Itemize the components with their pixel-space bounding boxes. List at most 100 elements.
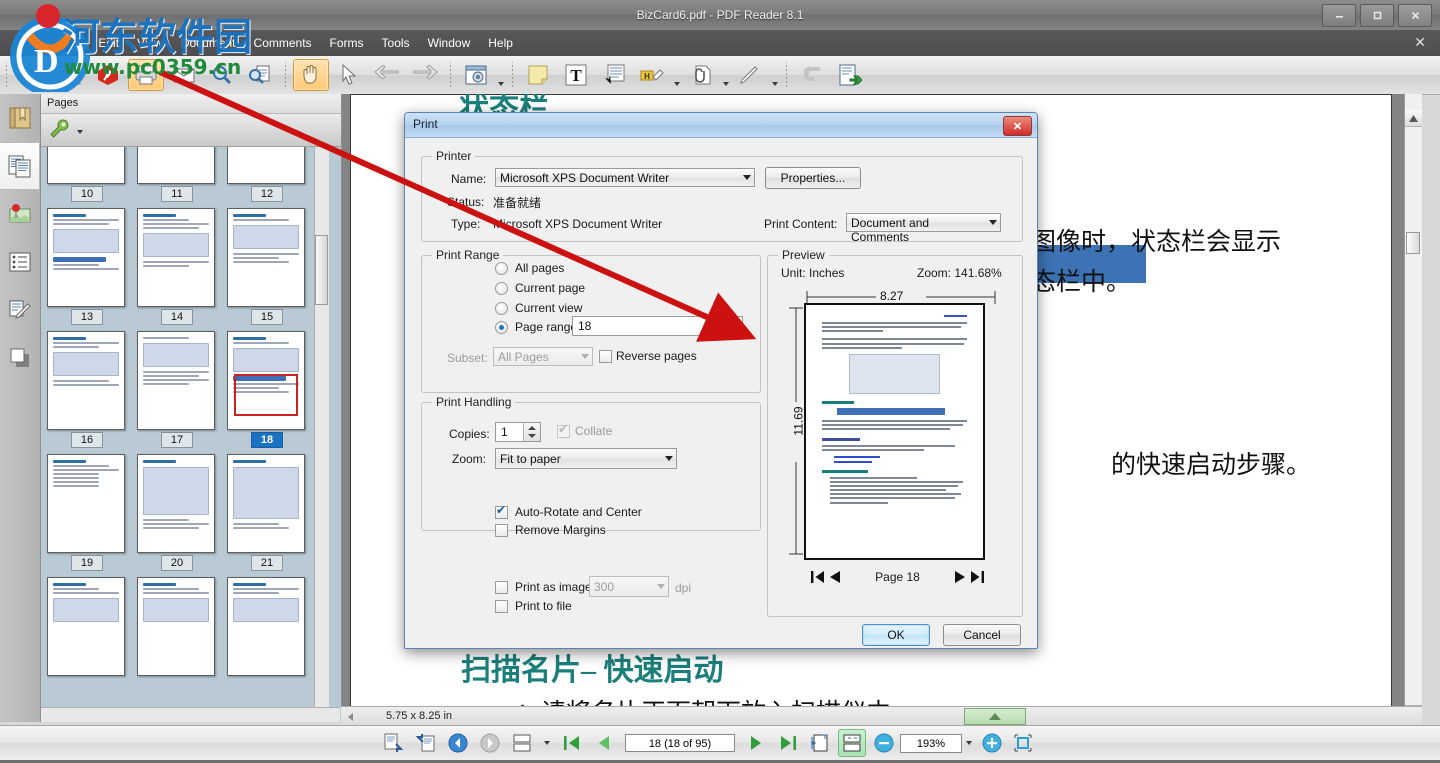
print-content-combo[interactable]: Document and Comments [846, 213, 1001, 244]
highlight-icon[interactable]: H [634, 59, 670, 91]
page-thumbnail-next-2[interactable] [137, 577, 217, 676]
zoom-level-input[interactable]: 193% [900, 733, 962, 753]
toolbar-grip-3[interactable] [447, 62, 454, 88]
search-icon[interactable] [204, 59, 240, 91]
sticky-note-icon[interactable] [520, 59, 556, 91]
print-as-image-checkbox[interactable] [495, 581, 508, 594]
auto-rotate-checkbox[interactable] [495, 504, 508, 519]
facing-pages-icon[interactable] [412, 729, 440, 757]
pages-panel-scrollbar-thumb[interactable] [315, 235, 328, 305]
preview-last-page-icon[interactable] [953, 569, 985, 585]
radio-current-view[interactable] [495, 302, 508, 315]
typewriter-icon[interactable]: T [558, 59, 594, 91]
printer-properties-button[interactable]: Properties... [765, 167, 861, 189]
copies-spinner-buttons[interactable] [523, 423, 540, 441]
printer-name-combo[interactable]: Microsoft XPS Document Writer [495, 168, 755, 187]
menu-file[interactable]: File [52, 33, 89, 53]
close-document-button[interactable]: ✕ [1414, 34, 1426, 51]
print-zoom-combo[interactable]: Fit to paper [495, 448, 677, 469]
print-to-file-checkbox[interactable] [495, 600, 508, 613]
hscroll-left-button[interactable] [345, 711, 357, 726]
fit-page-icon[interactable] [838, 729, 866, 757]
toolbar-grip-2[interactable] [282, 62, 289, 88]
sidebar-item-attachments[interactable] [0, 334, 40, 382]
sidebar-item-pages[interactable] [0, 142, 40, 190]
select-tool-icon[interactable] [331, 59, 367, 91]
sidebar-item-bookmarks[interactable] [0, 94, 40, 142]
menu-tools[interactable]: Tools [373, 33, 419, 53]
previous-page-icon[interactable] [590, 729, 618, 757]
toolbar-grip[interactable] [3, 62, 10, 88]
menu-comments[interactable]: Comments [245, 33, 321, 53]
export-icon[interactable] [832, 59, 868, 91]
sidebar-item-destinations[interactable] [0, 190, 40, 238]
menu-document[interactable]: Document [172, 33, 245, 53]
fit-width-icon[interactable] [806, 729, 834, 757]
preview-first-page-icon[interactable] [810, 569, 842, 585]
radio-current-page[interactable] [495, 282, 508, 295]
zoom-out-icon[interactable] [870, 729, 898, 757]
menu-view[interactable]: View [128, 33, 172, 53]
toolbar-grip-4[interactable] [509, 62, 516, 88]
subset-combo[interactable]: All Pages [493, 347, 593, 366]
page-thumbnail-14[interactable]: 14 [137, 208, 217, 329]
page-thumbnail-next-1[interactable] [47, 577, 127, 676]
sidebar-item-layers[interactable] [0, 238, 40, 286]
menu-window[interactable]: Window [419, 33, 480, 53]
scroll-up-button[interactable] [1405, 110, 1422, 127]
pages-panel-hscrollbar[interactable] [41, 707, 340, 722]
menu-forms[interactable]: Forms [321, 33, 373, 53]
next-view-icon[interactable] [407, 59, 443, 91]
cancel-button[interactable]: Cancel [943, 624, 1021, 646]
next-page-icon[interactable] [742, 729, 770, 757]
document-horizontal-scrollbar[interactable] [616, 708, 1440, 725]
pencil-dropdown-caret[interactable] [769, 56, 780, 94]
last-page-icon[interactable] [774, 729, 802, 757]
sidebar-item-signatures[interactable] [0, 286, 40, 334]
previous-view-icon[interactable] [369, 59, 405, 91]
text-box-icon[interactable] [596, 59, 632, 91]
ok-button[interactable]: OK [862, 624, 930, 646]
continuous-pages-icon[interactable] [380, 729, 408, 757]
maximize-button[interactable] [1360, 4, 1394, 27]
copies-stepper[interactable]: 1 [495, 422, 541, 442]
page-thumbnail-18[interactable]: 18 [227, 331, 307, 452]
document-hscrollbar-thumb[interactable] [964, 708, 1026, 725]
attach-file-icon[interactable] [683, 59, 719, 91]
highlight-dropdown-caret[interactable] [671, 56, 682, 94]
page-thumbnail-19[interactable]: 19 [47, 454, 127, 575]
radio-page-range[interactable] [495, 321, 508, 334]
page-thumbnail-11[interactable]: 11 [137, 147, 217, 206]
document-vertical-scrollbar[interactable] [1404, 94, 1422, 722]
first-page-icon[interactable] [558, 729, 586, 757]
previous-view-icon[interactable] [444, 729, 472, 757]
page-number-input[interactable]: 18 (18 of 95) [625, 734, 735, 752]
toolbar-grip-5[interactable] [783, 62, 790, 88]
page-thumbnail-next-3[interactable] [227, 577, 307, 676]
attach-dropdown-caret[interactable] [720, 56, 731, 94]
loupe-icon[interactable] [1010, 729, 1038, 757]
zoom-in-icon[interactable] [978, 729, 1006, 757]
preferences-dropdown-caret[interactable] [495, 56, 506, 94]
page-thumbnail-15[interactable]: 15 [227, 208, 307, 329]
save-icon[interactable] [52, 59, 88, 91]
rotate-left-icon[interactable] [794, 59, 830, 91]
print-dialog-close-button[interactable] [1003, 116, 1032, 136]
hand-tool-icon[interactable] [293, 59, 329, 91]
print-icon[interactable] [128, 59, 164, 91]
email-icon[interactable] [166, 59, 202, 91]
pages-panel-scrollbar[interactable] [314, 147, 329, 722]
pencil-icon[interactable] [732, 59, 768, 91]
page-layout-icon[interactable] [508, 729, 536, 757]
document-scrollbar-thumb[interactable] [1406, 232, 1420, 254]
remove-margins-checkbox[interactable] [495, 524, 508, 537]
page-thumbnail-17[interactable]: 17 [137, 331, 217, 452]
next-view-icon[interactable] [476, 729, 504, 757]
page-range-input[interactable]: 18 [572, 316, 743, 336]
radio-all-pages[interactable] [495, 262, 508, 275]
acrobat-icon[interactable] [90, 59, 126, 91]
page-thumbnail-13[interactable]: 13 [47, 208, 127, 329]
page-thumbnail-list[interactable]: 10 11 12 13 14 15 16 17 18 19 20 21 [41, 147, 326, 722]
menu-edit[interactable]: Edit [89, 33, 128, 53]
page-thumbnail-16[interactable]: 16 [47, 331, 127, 452]
